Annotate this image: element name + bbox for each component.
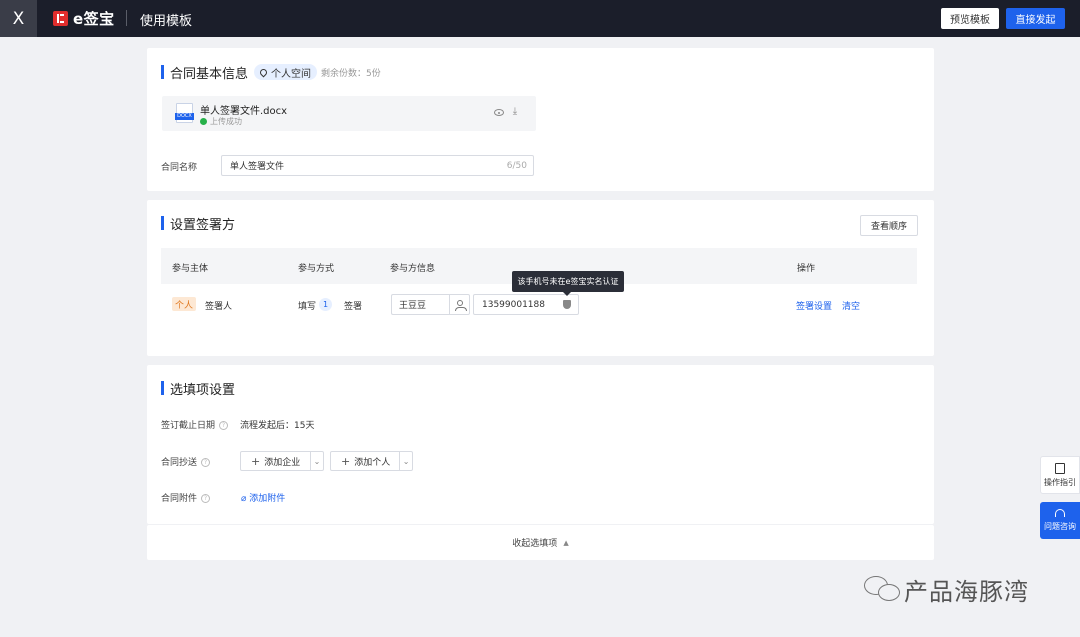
top-bar: X e签宝 使用模板 预览模板 直接发起 bbox=[0, 0, 1080, 37]
consult-button[interactable]: 问题咨询 bbox=[1040, 502, 1080, 539]
add-company-button[interactable]: + 添加企业 bbox=[241, 452, 311, 470]
location-pin-icon bbox=[258, 67, 269, 77]
section-accent-bar bbox=[161, 381, 164, 395]
collapse-label: 收起选填项 bbox=[512, 539, 558, 549]
method-fill: 填写 bbox=[298, 302, 317, 312]
signer-name-input[interactable]: 王豆豆 bbox=[391, 294, 449, 315]
sign-settings-link[interactable]: 签署设置 bbox=[796, 299, 832, 312]
deadline-label: 签订截止日期? bbox=[161, 418, 229, 431]
options-card: 选填项设置 签订截止日期? 流程发起后：15天 合同抄送? + 添加企业 ⌄ + 添… bbox=[147, 365, 934, 524]
signers-title-text: 设置签署方 bbox=[170, 217, 236, 233]
signers-card: 设置签署方 查看顺序 参与主体 参与方式 参与方信息 操作 个人 签署人 填写 … bbox=[147, 200, 934, 356]
plus-icon: + bbox=[251, 454, 261, 468]
clear-link[interactable]: 清空 bbox=[842, 299, 860, 312]
headset-icon bbox=[1055, 509, 1065, 517]
column-header: 操作 bbox=[797, 264, 816, 274]
contract-name-label: 合同名称 bbox=[161, 163, 198, 173]
plus-icon: + bbox=[341, 454, 351, 468]
collapse-options-button[interactable]: 收起选填项 ▲ bbox=[147, 525, 934, 560]
view-order-button[interactable]: 查看顺序 bbox=[860, 215, 918, 236]
section-accent-bar bbox=[161, 65, 164, 79]
add-company-label: 添加企业 bbox=[264, 457, 301, 468]
options-title-text: 选填项设置 bbox=[170, 382, 236, 398]
attachment-label-text: 合同附件 bbox=[161, 494, 198, 504]
chevron-up-icon: ▲ bbox=[563, 538, 569, 547]
signer-phone-value: 13599001188 bbox=[482, 299, 545, 310]
deadline-value[interactable]: 流程发起后：15天 bbox=[240, 418, 314, 431]
docx-file-icon: DOCX bbox=[175, 103, 194, 123]
brand-name: e签宝 bbox=[73, 9, 115, 28]
attachment-label: 合同附件? bbox=[161, 491, 211, 504]
deadline-label-text: 签订截止日期 bbox=[161, 421, 216, 431]
signer-role: 签署人 bbox=[205, 302, 233, 312]
remaining-count: 剩余份数：5份 bbox=[321, 69, 381, 79]
section-accent-bar bbox=[161, 216, 164, 230]
wechat-icon bbox=[862, 574, 904, 604]
help-icon[interactable]: ? bbox=[219, 421, 229, 430]
add-person-label: 添加个人 bbox=[354, 457, 391, 468]
options-title: 选填项设置 bbox=[161, 380, 236, 398]
close-icon: X bbox=[12, 8, 25, 29]
success-check-icon bbox=[200, 118, 207, 125]
header-divider bbox=[126, 10, 127, 26]
unverified-shield-icon[interactable] bbox=[563, 300, 571, 309]
column-header: 参与主体 bbox=[172, 264, 209, 274]
add-attachment-link[interactable]: ⌀ 添加附件 bbox=[241, 491, 285, 504]
file-name: 单人签署文件.docx bbox=[200, 106, 288, 117]
contract-name-value: 单人签署文件 bbox=[230, 162, 285, 172]
basic-info-card: 合同基本信息 个人空间 剩余份数：5份 DOCX 单人签署文件.docx 上传成… bbox=[147, 48, 934, 191]
signer-name-value: 王豆豆 bbox=[399, 301, 427, 311]
signers-title: 设置签署方 bbox=[161, 215, 236, 233]
preview-eye-icon[interactable] bbox=[494, 109, 504, 116]
operation-guide-label: 操作指引 bbox=[1044, 477, 1076, 487]
add-attachment-label: 添加附件 bbox=[249, 494, 286, 504]
operation-guide-button[interactable]: 操作指引 bbox=[1040, 456, 1080, 494]
basic-info-title-text: 合同基本信息 bbox=[170, 66, 249, 82]
close-button[interactable]: X bbox=[0, 0, 37, 37]
add-person-button[interactable]: + 添加个人 bbox=[331, 452, 401, 470]
basic-info-title: 合同基本信息 bbox=[161, 64, 249, 82]
space-badge-label: 个人空间 bbox=[271, 68, 311, 80]
subject-type-badge: 个人 bbox=[172, 297, 196, 311]
preview-template-button[interactable]: 预览模板 bbox=[941, 8, 999, 29]
start-signing-button[interactable]: 直接发起 bbox=[1006, 8, 1065, 29]
brand-logo: e签宝 bbox=[53, 9, 115, 28]
help-icon[interactable]: ? bbox=[201, 458, 211, 467]
select-contact-button[interactable] bbox=[449, 294, 470, 315]
collapse-bar[interactable]: 收起选填项 ▲ bbox=[147, 525, 934, 560]
chevron-down-icon[interactable]: ⌄ bbox=[400, 452, 412, 470]
space-badge: 个人空间 bbox=[254, 64, 317, 80]
cc-label: 合同抄送? bbox=[161, 455, 211, 468]
add-company-dropdown[interactable]: + 添加企业 ⌄ bbox=[240, 451, 324, 471]
add-person-dropdown[interactable]: + 添加个人 ⌄ bbox=[330, 451, 413, 471]
watermark: 产品海豚湾 bbox=[862, 574, 1029, 606]
logo-mark-icon bbox=[53, 10, 68, 26]
paperclip-icon: ⌀ bbox=[241, 494, 247, 504]
file-item: DOCX 单人签署文件.docx 上传成功 ⤓ bbox=[162, 96, 536, 131]
watermark-text: 产品海豚湾 bbox=[904, 577, 1029, 606]
method-count-badge: 1 bbox=[319, 298, 332, 311]
download-icon[interactable]: ⤓ bbox=[510, 107, 520, 117]
book-icon bbox=[1055, 462, 1065, 474]
person-icon bbox=[454, 299, 467, 311]
file-type-tag: DOCX bbox=[175, 113, 194, 120]
consult-label: 问题咨询 bbox=[1044, 522, 1076, 531]
upload-status-text: 上传成功 bbox=[210, 117, 242, 126]
unverified-tooltip: 该手机号未在e签宝实名认证 bbox=[512, 271, 624, 296]
page-title: 使用模板 bbox=[140, 14, 193, 29]
contract-name-input[interactable]: 单人签署文件 6/50 bbox=[221, 155, 534, 176]
contract-name-count: 6/50 bbox=[506, 161, 527, 171]
column-header: 参与方式 bbox=[298, 264, 335, 274]
upload-status: 上传成功 bbox=[200, 116, 242, 127]
help-icon[interactable]: ? bbox=[201, 494, 211, 503]
method-sign: 签署 bbox=[344, 302, 363, 312]
chevron-down-icon[interactable]: ⌄ bbox=[311, 452, 323, 470]
column-header: 参与方信息 bbox=[390, 264, 436, 274]
cc-label-text: 合同抄送 bbox=[161, 458, 198, 468]
